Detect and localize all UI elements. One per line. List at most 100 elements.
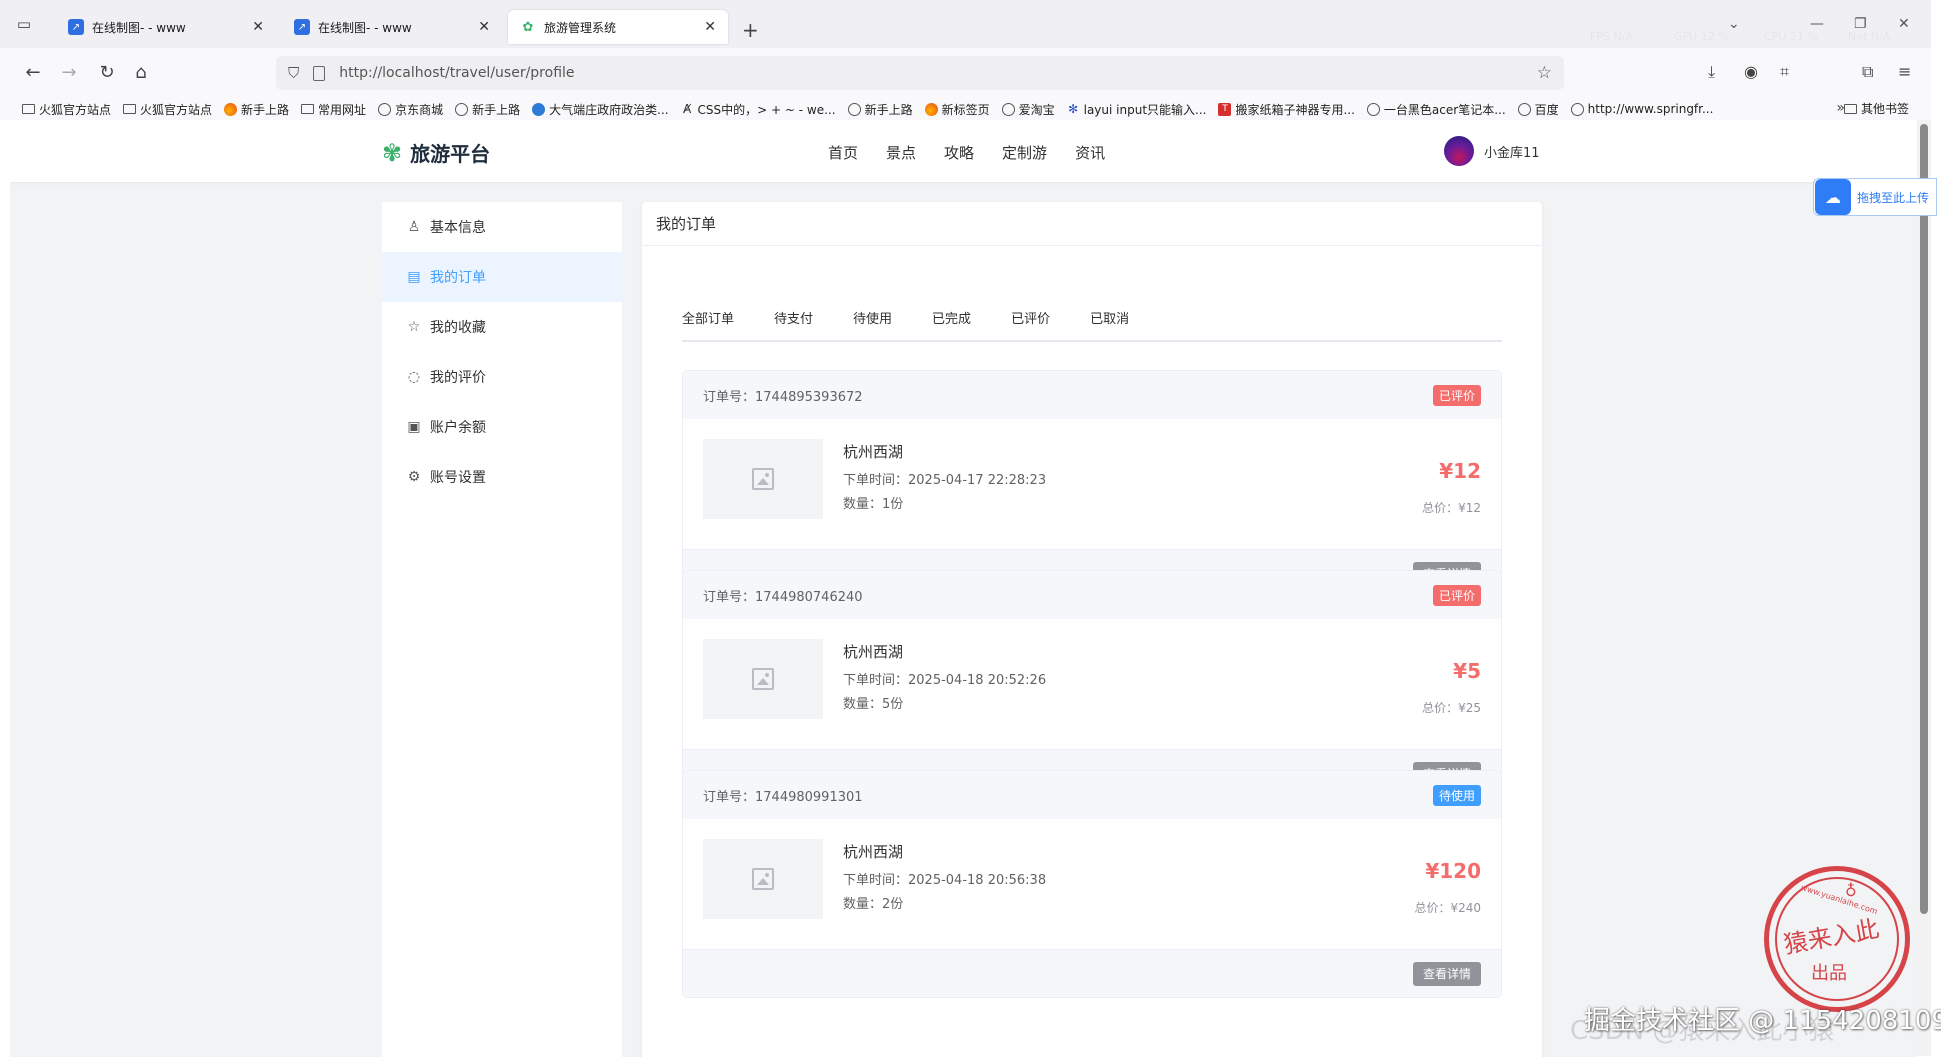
account-icon[interactable]: ◉ bbox=[1744, 62, 1758, 81]
bookmark-item[interactable]: 百度 bbox=[1517, 101, 1559, 118]
bookmark-item[interactable]: 火狐官方站点 bbox=[123, 101, 212, 118]
upload-dropzone[interactable]: ☁ 拖拽至此上传 bbox=[1813, 178, 1937, 216]
total-label: 总价： bbox=[1422, 701, 1459, 715]
chevron-down-icon[interactable]: ⌄ bbox=[1728, 16, 1740, 32]
page-scrollbar[interactable] bbox=[1917, 120, 1931, 1056]
sidebar-item-2[interactable]: ☆ 我的收藏 bbox=[382, 302, 622, 352]
avatar[interactable] bbox=[1444, 136, 1474, 166]
globe-icon bbox=[1570, 102, 1584, 116]
bookmark-item[interactable]: 新标签页 bbox=[924, 101, 990, 118]
bookmark-item[interactable]: 爱淘宝 bbox=[1001, 101, 1055, 118]
quantity-label: 数量： bbox=[843, 897, 883, 912]
order-number-value: 1744980746240 bbox=[755, 589, 863, 605]
total-label: 总价： bbox=[1422, 501, 1459, 515]
product-image[interactable] bbox=[703, 439, 823, 519]
nav-guides[interactable]: 攻略 bbox=[944, 142, 974, 163]
sidebar-item-label: 我的收藏 bbox=[430, 320, 486, 336]
crop-icon[interactable]: ⌗ bbox=[1780, 62, 1789, 82]
product-image[interactable] bbox=[703, 639, 823, 719]
order-number: 订单号：1744980746240 bbox=[703, 586, 863, 605]
site-logo[interactable]: ✾ 旅游平台 bbox=[382, 138, 490, 167]
total-value: ¥25 bbox=[1458, 701, 1481, 715]
total-value: ¥12 bbox=[1458, 501, 1481, 515]
scrollbar-thumb[interactable] bbox=[1920, 124, 1928, 914]
product-image[interactable] bbox=[703, 839, 823, 919]
sidebar-item-label: 账户余额 bbox=[430, 420, 486, 436]
nav-news[interactable]: 资讯 bbox=[1075, 142, 1105, 163]
order-tab-1[interactable]: 待支付 bbox=[774, 310, 813, 340]
order-number-label: 订单号： bbox=[703, 589, 756, 605]
reload-icon[interactable]: ↻ bbox=[96, 62, 118, 83]
order-tab-3[interactable]: 已完成 bbox=[932, 310, 971, 340]
home-icon[interactable]: ⌂ bbox=[130, 62, 152, 83]
shield-icon[interactable]: ⛉ bbox=[288, 64, 299, 82]
total-price: 总价：¥12 bbox=[1422, 499, 1481, 516]
forward-icon[interactable]: → bbox=[58, 62, 80, 83]
order-tab-4[interactable]: 已评价 bbox=[1011, 310, 1050, 340]
bookmark-star-icon[interactable]: ☆ bbox=[1537, 63, 1552, 83]
browser-tab-2[interactable]: ↗ 在线制图- - www ✕ bbox=[282, 10, 502, 44]
address-bar[interactable]: ⛉ http://localhost/travel/user/profile ☆ bbox=[276, 56, 1564, 90]
tab-list-icon[interactable]: ▭ bbox=[14, 14, 34, 34]
sidebar-item-3[interactable]: ◌ 我的评价 bbox=[382, 352, 622, 402]
leaf-icon: ✿ bbox=[522, 19, 534, 35]
bookmark-item[interactable]: 火狐官方站点 bbox=[22, 101, 111, 118]
total-price: 总价：¥25 bbox=[1422, 699, 1481, 716]
bookmark-item[interactable]: 新手上路 bbox=[224, 101, 289, 118]
order-number-value: 1744980991301 bbox=[755, 789, 863, 805]
bookmark-item[interactable]: 大气端庄政府政治类... bbox=[532, 101, 669, 118]
sidebar-item-5[interactable]: ⚙ 账号设置 bbox=[382, 452, 622, 502]
leaf-logo-icon: ✾ bbox=[382, 138, 403, 167]
sidebar-item-0[interactable]: ♙ 基本信息 bbox=[382, 202, 622, 252]
order-tab-5[interactable]: 已取消 bbox=[1090, 310, 1129, 340]
bookmark-label: 新手上路 bbox=[864, 102, 913, 117]
view-details-button[interactable]: 查看详情 bbox=[1412, 962, 1481, 986]
bookmark-item[interactable]: 京东商城 bbox=[378, 101, 443, 118]
new-tab-button[interactable]: + bbox=[742, 18, 759, 42]
product-name: 杭州西湖 bbox=[843, 443, 904, 461]
order-tab-0[interactable]: 全部订单 bbox=[682, 310, 734, 340]
close-icon[interactable]: ✕ bbox=[704, 19, 716, 35]
sidebar-item-1[interactable]: ▤ 我的订单 bbox=[382, 252, 622, 302]
chart-icon: ↗ bbox=[68, 19, 84, 35]
close-icon[interactable]: ✕ bbox=[478, 19, 490, 35]
bookmark-label: 新手上路 bbox=[241, 102, 290, 117]
nav-custom-tour[interactable]: 定制游 bbox=[1002, 142, 1047, 163]
order-time: 下单时间：2025-04-17 22:28:23 bbox=[843, 469, 1046, 488]
page-viewport: ✾ 旅游平台 首页 景点 攻略 定制游 资讯 小金库11 ♙ 基本信息 ▤ 我的订单 ☆… bbox=[10, 122, 1917, 1057]
bookmark-item[interactable]: 常用网址 bbox=[301, 101, 366, 118]
bookmark-item[interactable]: http://www.springfr... bbox=[1570, 102, 1713, 116]
close-icon[interactable]: ✕ bbox=[252, 19, 264, 35]
order-time-label: 下单时间： bbox=[843, 873, 909, 888]
bookmark-label: 百度 bbox=[1534, 102, 1559, 117]
bookmark-item[interactable]: 一台黑色acer笔记本... bbox=[1366, 101, 1506, 118]
nav-attractions[interactable]: 景点 bbox=[886, 142, 916, 163]
download-icon[interactable]: ⤓ bbox=[1708, 62, 1715, 82]
bookmark-item[interactable]: Ⱥ CSS中的，> + ~ - we... bbox=[681, 101, 836, 118]
back-icon[interactable]: ← bbox=[22, 62, 44, 83]
menu-icon[interactable]: ≡ bbox=[1898, 62, 1911, 81]
nav-home[interactable]: 首页 bbox=[828, 142, 858, 163]
bookmarks-bar: 火狐官方站点 火狐官方站点 新手上路 常用网址 京东商城 新手上路 大气端庄政府政治类...… bbox=[0, 98, 1941, 120]
bookmark-item[interactable]: ✻ layui input只能输入... bbox=[1067, 101, 1206, 118]
url-text[interactable]: http://localhost/travel/user/profile bbox=[339, 65, 574, 81]
bookmark-item[interactable]: 新手上路 bbox=[455, 101, 520, 118]
folder-icon bbox=[22, 104, 35, 114]
firefox-icon bbox=[924, 102, 938, 116]
order-tab-2[interactable]: 待使用 bbox=[853, 310, 892, 340]
browser-tab-1[interactable]: ↗ 在线制图- - www ✕ bbox=[56, 10, 276, 44]
user-name[interactable]: 小金库11 bbox=[1484, 142, 1540, 161]
sidebar-item-label: 我的订单 bbox=[430, 270, 486, 286]
browser-tab-3-active[interactable]: ✿ 旅游管理系统 ✕ bbox=[508, 10, 728, 44]
minimize-icon[interactable]: — bbox=[1810, 16, 1824, 32]
user-menu[interactable]: 小金库11 bbox=[1444, 136, 1540, 166]
close-window-icon[interactable]: ✕ bbox=[1898, 16, 1910, 32]
bookmark-other[interactable]: 其他书签 bbox=[1843, 100, 1909, 117]
extensions-icon[interactable]: ⧉ bbox=[1862, 62, 1873, 82]
bookmark-item[interactable]: T 搬家纸箱子神器专用... bbox=[1218, 101, 1355, 118]
restore-icon[interactable]: ❐ bbox=[1854, 16, 1867, 32]
bookmark-item[interactable]: 新手上路 bbox=[847, 101, 913, 118]
order-quantity: 数量：1份 bbox=[843, 493, 903, 512]
star-icon: ☆ bbox=[407, 319, 421, 335]
sidebar-item-4[interactable]: ▣ 账户余额 bbox=[382, 402, 622, 452]
